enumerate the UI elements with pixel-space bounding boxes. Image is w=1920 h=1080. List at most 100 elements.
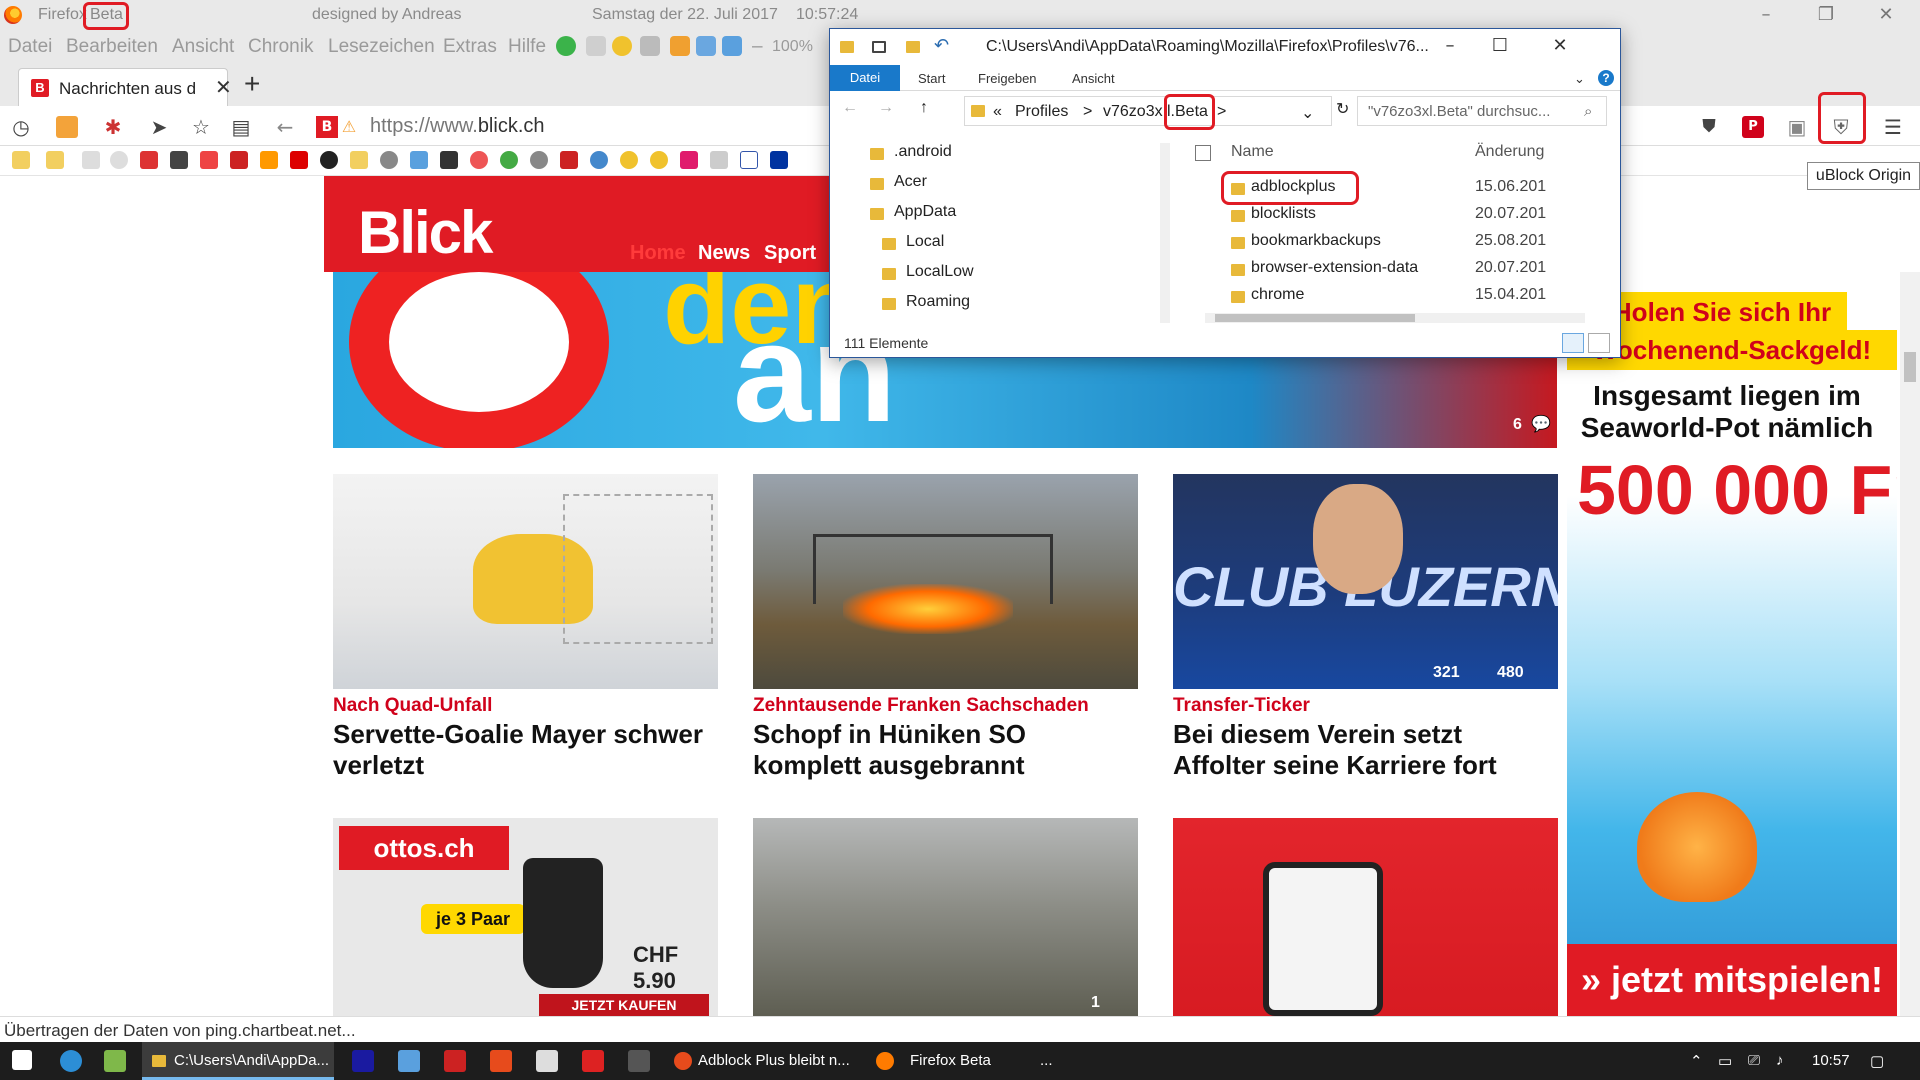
- addon-folder-icon[interactable]: [696, 36, 716, 56]
- tab-blick[interactable]: B Nachrichten aus d ✕: [18, 68, 232, 106]
- ribbon-tab-ansicht[interactable]: Ansicht: [1072, 71, 1115, 86]
- article-headline[interactable]: Servette-Goalie Mayer schwer verletzt: [333, 719, 718, 781]
- file-explorer-window[interactable]: ↶ C:\Users\Andi\AppData\Roaming\Mozilla\…: [829, 28, 1621, 358]
- notepad-icon[interactable]: [104, 1050, 126, 1072]
- article-headline[interactable]: Schopf in Hüniken SO komplett ausgebrann…: [753, 719, 1138, 781]
- ad-card-ottos[interactable]: ottos.ch je 3 Paar CHF 5.90 JETZT KAUFEN: [333, 818, 718, 1016]
- details-view-icon[interactable]: [1562, 333, 1584, 353]
- bookmark-globe-icon[interactable]: [530, 151, 548, 169]
- tiles-view-icon[interactable]: [1588, 333, 1610, 353]
- screenshot-icon[interactable]: ▣: [1786, 116, 1808, 138]
- download-icon[interactable]: [490, 1050, 512, 1072]
- article-card[interactable]: [1173, 818, 1558, 1016]
- breadcrumb-profiles[interactable]: Profiles: [1015, 103, 1068, 121]
- bookmark-telekom-icon[interactable]: [680, 151, 698, 169]
- volume-icon[interactable]: ♪: [1776, 1052, 1784, 1069]
- download-arrow-icon[interactable]: [640, 36, 660, 56]
- new-tab-button[interactable]: +: [244, 68, 260, 100]
- app-d-icon[interactable]: [582, 1050, 604, 1072]
- bookmark-gmx-icon[interactable]: [170, 151, 188, 169]
- bookmark-chrome-icon[interactable]: [500, 151, 518, 169]
- article-comment-count[interactable]: 1: [1091, 994, 1100, 1012]
- bookmark-upload-icon[interactable]: [410, 151, 428, 169]
- page-scrollbar[interactable]: [1900, 272, 1920, 1016]
- article-comment-count[interactable]: 321: [1433, 664, 1460, 682]
- article-card[interactable]: CLUB LUZERN 321 480 Transfer-Ticker Bei …: [1173, 474, 1558, 781]
- url-text[interactable]: https://www.blick.ch: [370, 115, 545, 138]
- article-card[interactable]: Nach Quad-Unfall Servette-Goalie Mayer s…: [333, 474, 718, 781]
- bookmark-note-icon[interactable]: [710, 151, 728, 169]
- article-card[interactable]: 1: [753, 818, 1138, 1016]
- tree-item[interactable]: .android: [894, 143, 952, 161]
- tab-close-icon[interactable]: ✕: [215, 75, 232, 100]
- bookmark-youtube-icon[interactable]: [290, 151, 308, 169]
- new-folder-icon[interactable]: [906, 41, 920, 53]
- nav-pane-scrollbar[interactable]: [1160, 143, 1170, 323]
- scrollbar-thumb[interactable]: [1904, 352, 1916, 382]
- app-mic-icon[interactable]: [628, 1050, 650, 1072]
- explorer-close-button[interactable]: ✕: [1538, 35, 1582, 59]
- search-addon-icon[interactable]: [56, 116, 78, 138]
- ribbon-tab-freigeben[interactable]: Freigeben: [978, 71, 1037, 86]
- bookmark-bank-icon[interactable]: [230, 151, 248, 169]
- help-icon[interactable]: ?: [1598, 70, 1614, 86]
- hamburger-menu-icon[interactable]: ☰: [1882, 116, 1904, 138]
- pocket-icon[interactable]: ⛊: [1698, 116, 1720, 138]
- column-header-date[interactable]: Änderung: [1475, 143, 1544, 161]
- bookmark-smiley-icon[interactable]: [620, 151, 638, 169]
- explorer-minimize-button[interactable]: –: [1428, 35, 1472, 59]
- breadcrumb-separator[interactable]: >: [1217, 103, 1226, 121]
- bookmark-red-icon[interactable]: [140, 151, 158, 169]
- bookmark-flag-icon[interactable]: [770, 151, 788, 169]
- notifications-icon[interactable]: ▢: [1870, 1052, 1884, 1070]
- ribbon-tab-datei[interactable]: Datei: [830, 65, 900, 91]
- nav-sport[interactable]: Sport: [764, 242, 816, 265]
- minimize-button[interactable]: –: [1746, 4, 1786, 26]
- explorer-forward-icon[interactable]: →: [878, 99, 894, 117]
- bookmark-s-icon[interactable]: [440, 151, 458, 169]
- taskbar-app-adblock[interactable]: Adblock Plus bleibt n...: [670, 1042, 860, 1080]
- bookmark-lifebuoy-icon[interactable]: [470, 151, 488, 169]
- zoom-minus-icon[interactable]: –: [752, 36, 763, 58]
- breadcrumb-profile-folder[interactable]: v76zo3x: [1103, 103, 1163, 121]
- bookmark-amazon-icon[interactable]: [260, 151, 278, 169]
- article-headline[interactable]: Bei diesem Verein setzt Affolter seine K…: [1173, 719, 1558, 781]
- back-arrow-icon[interactable]: ←: [274, 116, 296, 138]
- bookmark-globe-icon[interactable]: [380, 151, 398, 169]
- bookmark-folder-icon[interactable]: [46, 151, 64, 169]
- article-card[interactable]: Zehntausende Franken Sachschaden Schopf …: [753, 474, 1138, 781]
- menu-extras[interactable]: Extras: [443, 36, 497, 58]
- bookmark-p-icon[interactable]: [350, 151, 368, 169]
- restore-button[interactable]: ❐: [1806, 4, 1846, 26]
- addon-sync-icon[interactable]: [722, 36, 742, 56]
- bookmark-e-icon[interactable]: [590, 151, 608, 169]
- breadcrumb-overflow[interactable]: «: [993, 103, 1002, 121]
- warning-lock-icon[interactable]: ⚠: [338, 116, 360, 138]
- taskbar-app-explorer[interactable]: C:\Users\Andi\AppDa...: [142, 1042, 334, 1080]
- menu-bearbeiten[interactable]: Bearbeiten: [66, 36, 158, 58]
- explorer-search-box[interactable]: "v76zo3xl.Beta" durchsuc... ⌕: [1357, 96, 1607, 126]
- app-grid-icon[interactable]: [536, 1050, 558, 1072]
- hero-comment-count[interactable]: 6: [1513, 416, 1522, 434]
- bookmark-at-icon[interactable]: [110, 151, 128, 169]
- file-list-h-scrollbar[interactable]: [1205, 313, 1585, 323]
- network-icon[interactable]: ⎚: [1748, 1052, 1760, 1069]
- file-row-name[interactable]: bookmarkbackups: [1251, 232, 1381, 250]
- taskbar-clock[interactable]: 10:57: [1812, 1052, 1850, 1069]
- explorer-up-icon[interactable]: ↑: [920, 99, 928, 117]
- column-header-name[interactable]: Name: [1231, 143, 1274, 161]
- addon-hand-icon[interactable]: [670, 36, 690, 56]
- properties-check-icon[interactable]: [872, 41, 886, 53]
- file-row-name[interactable]: blocklists: [1251, 205, 1316, 223]
- bookmark-folder-icon[interactable]: [12, 151, 30, 169]
- blick-logo[interactable]: Blick: [358, 198, 493, 267]
- address-dropdown-icon[interactable]: ⌄: [1301, 103, 1314, 123]
- app-icon[interactable]: [398, 1050, 420, 1072]
- app-red-icon[interactable]: [444, 1050, 466, 1072]
- pinterest-icon[interactable]: P: [1742, 116, 1764, 138]
- ribbon-tab-start[interactable]: Start: [918, 71, 945, 86]
- bookmark-p2-icon[interactable]: [740, 151, 758, 169]
- bookmark-clip-icon[interactable]: [82, 151, 100, 169]
- bookmark-star-icon[interactable]: ☆: [190, 116, 212, 138]
- ribbon-expand-chevron-icon[interactable]: ⌄: [1574, 71, 1585, 87]
